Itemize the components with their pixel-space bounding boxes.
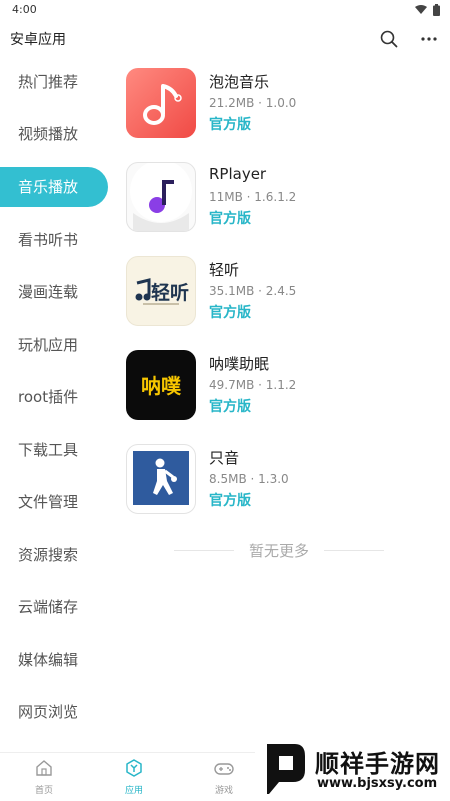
sidebar-item-tools[interactable]: 玩机应用 (0, 325, 108, 365)
logo-text: 轻听 (151, 281, 189, 304)
app-name: RPlayer (209, 165, 267, 183)
music-note-icon (130, 163, 192, 231)
app-bar-actions (378, 28, 440, 50)
list-item[interactable]: 轻听 轻听 35.1MB · 2.4.5 官方版 (126, 256, 446, 328)
category-sidebar: 热门推荐 视频播放 音乐播放 看书听书 漫画连载 玩机应用 root插件 下载工… (0, 56, 112, 746)
sidebar-item-files[interactable]: 文件管理 (0, 482, 108, 522)
status-time: 4:00 (12, 3, 37, 16)
list-item[interactable]: RPlayer 11MB · 1.6.1.2 官方版 (126, 162, 446, 234)
sidebar-item-cloud[interactable]: 云端储存 (0, 587, 108, 627)
watermark-url: www.bjsxsy.com (317, 776, 438, 791)
text-logo-icon: 呐噗 (141, 374, 182, 398)
list-item[interactable]: 呐噗 呐噗助眠 49.7MB · 1.1.2 官方版 (126, 350, 446, 422)
app-meta: 8.5MB · 1.3.0 (209, 472, 289, 486)
list-end-text: 暂无更多 (248, 542, 309, 560)
divider (324, 550, 384, 551)
sidebar-item-search[interactable]: 资源搜索 (0, 535, 108, 575)
battery-icon (433, 4, 440, 16)
page-title: 安卓应用 (10, 32, 66, 48)
nav-label: 首页 (34, 786, 53, 796)
app-tag: 官方版 (209, 399, 251, 415)
app-icon (126, 68, 196, 138)
app-name: 呐噗助眠 (209, 355, 270, 373)
nav-label: 应用 (124, 786, 143, 796)
app-tag: 官方版 (209, 493, 251, 509)
sidebar-item-video[interactable]: 视频播放 (0, 114, 108, 154)
music-note-icon (143, 84, 182, 125)
app-meta: 35.1MB · 2.4.5 (209, 284, 297, 298)
search-button[interactable] (378, 28, 400, 50)
apps-icon (126, 759, 142, 777)
app-meta: 21.2MB · 1.0.0 (209, 96, 297, 110)
app-meta: 11MB · 1.6.1.2 (209, 190, 297, 204)
app-name: 只音 (209, 449, 240, 467)
app-meta: 49.7MB · 1.1.2 (209, 378, 297, 392)
app-tag: 官方版 (209, 305, 251, 321)
nav-home[interactable]: 首页 (14, 759, 74, 796)
app-bar: 安卓应用 (0, 22, 450, 56)
app-icon: 轻听 (126, 256, 196, 326)
app-icon (126, 162, 196, 232)
app-tag: 官方版 (209, 117, 251, 133)
app-icon (126, 444, 196, 514)
sidebar-item-download[interactable]: 下载工具 (0, 430, 108, 470)
list-item[interactable]: 泡泡音乐 21.2MB · 1.0.0 官方版 (126, 68, 446, 140)
more-icon (421, 37, 437, 41)
home-icon (36, 760, 52, 776)
watermark-logo-icon (267, 744, 305, 794)
nav-games[interactable]: 游戏 (194, 759, 254, 796)
app-name: 轻听 (209, 261, 240, 279)
list-end-indicator: 暂无更多 (174, 540, 384, 562)
app-icon: 呐噗 (126, 350, 196, 420)
list-item[interactable]: 只音 8.5MB · 1.3.0 官方版 (126, 444, 446, 516)
logo-text: 呐噗 (141, 374, 182, 398)
search-icon (380, 30, 398, 48)
nav-label: 游戏 (214, 786, 233, 796)
status-icons (415, 4, 440, 16)
watermark-title: 顺祥手游网 (315, 750, 440, 778)
music-logo-icon: 轻听 (135, 278, 189, 305)
wifi-icon (415, 5, 427, 14)
sidebar-item-comics[interactable]: 漫画连载 (0, 272, 108, 312)
divider (174, 550, 234, 551)
sidebar-item-hot[interactable]: 热门推荐 (0, 62, 108, 102)
sidebar-item-reading[interactable]: 看书听书 (0, 220, 108, 260)
gamepad-icon (214, 763, 234, 775)
more-button[interactable] (418, 28, 440, 50)
nav-apps[interactable]: 应用 (104, 759, 164, 796)
sidebar-item-media[interactable]: 媒体编辑 (0, 640, 108, 680)
app-tag: 官方版 (209, 211, 251, 227)
sidebar-item-browser[interactable]: 网页浏览 (0, 692, 108, 732)
sidebar-item-root[interactable]: root插件 (0, 377, 108, 417)
basketball-player-icon (133, 451, 189, 505)
app-name: 泡泡音乐 (209, 73, 270, 91)
watermark: 顺祥手游网 www.bjsxsy.com (255, 738, 450, 800)
status-bar: 4:00 (0, 0, 450, 22)
sidebar-item-music[interactable]: 音乐播放 (0, 167, 108, 207)
